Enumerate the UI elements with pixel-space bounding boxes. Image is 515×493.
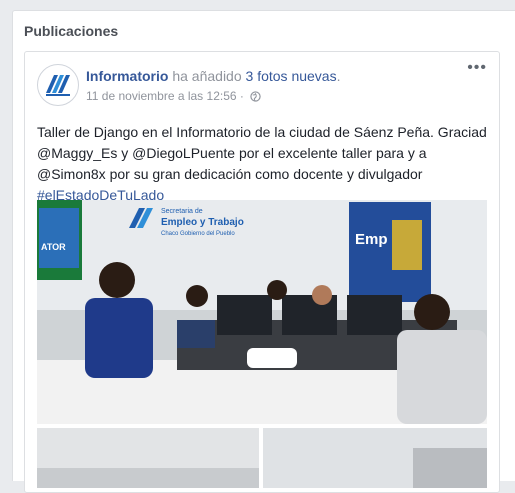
post-text: Taller de Django en el Informatorio de l… [37, 122, 495, 206]
photo-thumb-1[interactable] [37, 428, 259, 488]
period: . [336, 68, 341, 84]
post-card: Informatorio ha añadido 3 fotos nuevas. … [24, 51, 500, 493]
section-title: Publicaciones [24, 23, 119, 39]
action-text: ha añadido [168, 68, 246, 84]
sign-line1: Secretaria de [161, 208, 203, 215]
left-sign-text: ATOR [41, 242, 66, 252]
post-header: Informatorio ha añadido 3 fotos nuevas. [86, 68, 340, 84]
sign-line3: Chaco Gobierno del Pueblo [161, 231, 235, 237]
publicaciones-section: Publicaciones Informatorio ha añadido 3 … [12, 10, 515, 493]
more-options-icon[interactable]: ••• [467, 60, 487, 76]
page-avatar[interactable] [37, 64, 79, 106]
informatorio-logo-icon [39, 66, 77, 104]
classroom-photo: ATOR Secretaria de Empleo y Trabajo Chac… [37, 200, 487, 424]
post-body: Taller de Django en el Informatorio de l… [37, 124, 487, 182]
right-sign-text: Emp [355, 231, 388, 248]
globe-icon[interactable] [250, 91, 261, 105]
main-photo[interactable]: ATOR Secretaria de Empleo y Trabajo Chac… [37, 200, 487, 424]
photos-link[interactable]: 3 fotos nuevas [246, 68, 337, 84]
meta-separator: · [236, 89, 248, 103]
photo-thumb-1-image [37, 428, 259, 488]
timestamp-link[interactable]: 11 de noviembre a las 12:56 [86, 89, 237, 103]
post-meta: 11 de noviembre a las 12:56 · [86, 89, 261, 105]
photo-thumb-2[interactable] [263, 428, 487, 488]
author-link[interactable]: Informatorio [86, 68, 168, 84]
sign-line2: Empleo y Trabajo [161, 217, 244, 228]
photo-thumb-2-image [263, 428, 487, 488]
